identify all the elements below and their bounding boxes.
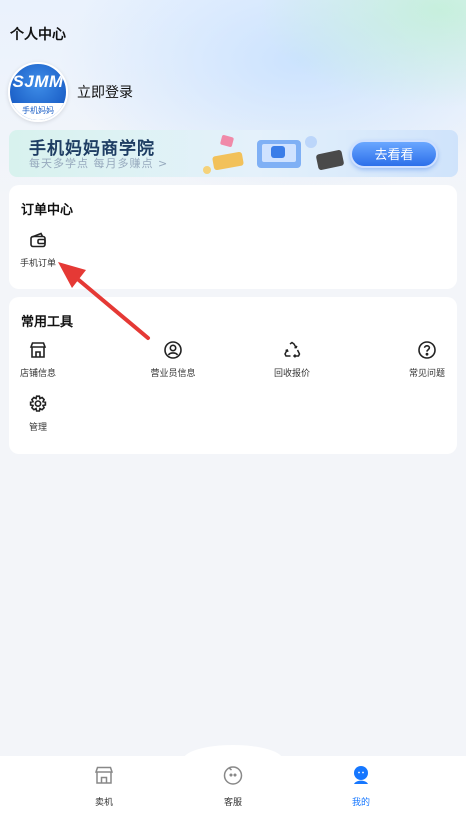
manage-item[interactable]: 管理 <box>3 394 73 433</box>
clerk-info-item[interactable]: 营业员信息 <box>138 340 208 379</box>
avatar-logo-text: SJMM <box>12 72 64 91</box>
store-icon <box>94 766 114 784</box>
avatar[interactable]: SJMM 手机妈妈 <box>8 62 68 122</box>
store-info-label: 店铺信息 <box>19 369 56 379</box>
tab-mine[interactable]: 我的 <box>331 764 391 808</box>
common-tools-title: 常用工具 <box>21 315 74 330</box>
recycle-icon <box>284 341 301 358</box>
manage-label: 管理 <box>28 423 47 433</box>
clerk-info-label: 营业员信息 <box>150 369 196 379</box>
gear-icon <box>29 395 47 412</box>
phone-orders-item[interactable]: 手机订单 <box>3 230 73 269</box>
page-title: 个人中心 <box>10 27 66 43</box>
banner-illustration <box>203 135 344 174</box>
recycle-quote-label: 回收报价 <box>273 369 310 379</box>
recycle-quote-item[interactable]: 回收报价 <box>257 340 327 379</box>
common-tools-card: 常用工具 店铺信息 营业员信息 回收报价 常见问题 管理 <box>9 297 457 454</box>
order-center-title: 订单中心 <box>21 203 74 218</box>
store-info-item[interactable]: 店铺信息 <box>3 340 73 379</box>
service-face-icon <box>223 766 243 785</box>
faq-item[interactable]: 常见问题 <box>392 340 462 379</box>
banner-subtitle: 每天多学点 每月多赚点 > <box>29 157 169 170</box>
tab-sell-phone-label: 卖机 <box>94 798 113 808</box>
login-link[interactable]: 立即登录 <box>77 82 133 102</box>
user-circle-icon <box>164 341 182 359</box>
academy-banner[interactable]: 手机妈妈商学院 每天多学点 每月多赚点 > 去看看 <box>9 130 458 177</box>
tab-customer-service[interactable]: 客服 <box>203 764 263 808</box>
profile-icon <box>354 766 368 784</box>
tab-mine-label: 我的 <box>351 798 370 808</box>
store-icon <box>29 342 47 358</box>
order-center-card: 订单中心 手机订单 <box>9 185 457 289</box>
question-icon <box>418 341 436 359</box>
wallet-icon <box>30 232 46 248</box>
avatar-logo-caption: 手机妈妈 <box>10 103 66 120</box>
tab-sell-phone[interactable]: 卖机 <box>74 764 134 808</box>
tab-customer-service-label: 客服 <box>223 798 242 808</box>
faq-label: 常见问题 <box>408 369 445 379</box>
phone-orders-label: 手机订单 <box>19 259 56 269</box>
banner-go-button[interactable]: 去看看 <box>350 140 438 168</box>
